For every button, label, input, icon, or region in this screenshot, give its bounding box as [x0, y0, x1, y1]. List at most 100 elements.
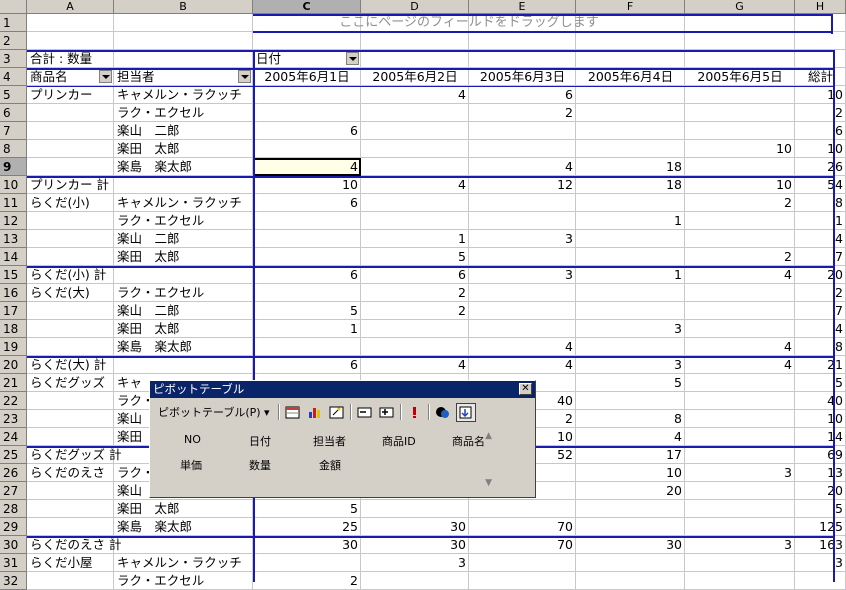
- row-header[interactable]: 22: [0, 392, 27, 410]
- cell-a10[interactable]: プリンカー 計: [27, 176, 114, 194]
- cell-b18[interactable]: 楽田 太郎: [114, 320, 253, 338]
- cell-f9[interactable]: 18: [576, 158, 685, 176]
- cell-b5[interactable]: キャメルン・ラクッチ: [114, 86, 253, 104]
- grid-cell[interactable]: [253, 140, 361, 158]
- row-header[interactable]: 4: [0, 68, 27, 86]
- cell-e20[interactable]: 4: [469, 356, 576, 374]
- grid-cell[interactable]: [27, 392, 114, 410]
- cell-e29[interactable]: 70: [469, 518, 576, 536]
- scroll-down-icon[interactable]: ▼: [485, 478, 492, 488]
- cell-e4[interactable]: 2005年6月3日: [469, 68, 576, 86]
- cell-f27[interactable]: 20: [576, 482, 685, 500]
- cell-h8[interactable]: 10: [795, 140, 846, 158]
- grid-cell[interactable]: [27, 572, 114, 590]
- cell-g19[interactable]: 4: [685, 338, 795, 356]
- grid-cell[interactable]: [795, 50, 846, 68]
- cell-h6[interactable]: 2: [795, 104, 846, 122]
- grid-cell[interactable]: [576, 500, 685, 518]
- grid-cell[interactable]: [576, 302, 685, 320]
- column-header-d[interactable]: D: [361, 0, 469, 14]
- field-dropdown-button[interactable]: [238, 70, 251, 83]
- grid-cell[interactable]: [27, 320, 114, 338]
- cell-b8[interactable]: 楽田 太郎: [114, 140, 253, 158]
- grid-cell[interactable]: [685, 14, 795, 32]
- grid-cell[interactable]: [114, 14, 253, 32]
- grid-cell[interactable]: [27, 122, 114, 140]
- cell-a15[interactable]: らくだ(小) 計: [27, 266, 114, 284]
- grid-cell[interactable]: [576, 248, 685, 266]
- grid-cell[interactable]: [576, 518, 685, 536]
- cell-f18[interactable]: 3: [576, 320, 685, 338]
- cell-g20[interactable]: 4: [685, 356, 795, 374]
- field-button-unit-price[interactable]: 単価: [180, 457, 202, 473]
- cell-c3[interactable]: 日付: [253, 50, 361, 68]
- column-header-b[interactable]: B: [114, 0, 253, 14]
- cell-h26[interactable]: 13: [795, 464, 846, 482]
- cell-b16[interactable]: ラク・エクセル: [114, 284, 253, 302]
- cell-g30[interactable]: 3: [685, 536, 795, 554]
- grid-cell[interactable]: [685, 320, 795, 338]
- cell-h7[interactable]: 6: [795, 122, 846, 140]
- cell-h18[interactable]: 4: [795, 320, 846, 338]
- cell-g4[interactable]: 2005年6月5日: [685, 68, 795, 86]
- cell-g10[interactable]: 10: [685, 176, 795, 194]
- cell-f23[interactable]: 8: [576, 410, 685, 428]
- grid-cell[interactable]: [576, 572, 685, 590]
- row-header[interactable]: 27: [0, 482, 27, 500]
- grid-cell[interactable]: [576, 230, 685, 248]
- grid-cell[interactable]: [576, 554, 685, 572]
- grid-cell[interactable]: [253, 284, 361, 302]
- grid-cell[interactable]: [576, 392, 685, 410]
- grid-cell[interactable]: [469, 572, 576, 590]
- cell-d14[interactable]: 5: [361, 248, 469, 266]
- grid-cell[interactable]: [685, 428, 795, 446]
- field-dropdown-button[interactable]: [346, 52, 359, 65]
- cell-c4[interactable]: 2005年6月1日: [253, 68, 361, 86]
- grid-cell[interactable]: [361, 158, 469, 176]
- row-header[interactable]: 31: [0, 554, 27, 572]
- grid-cell[interactable]: [685, 482, 795, 500]
- grid-cell[interactable]: [253, 248, 361, 266]
- grid-cell[interactable]: [27, 410, 114, 428]
- grid-cell[interactable]: [114, 176, 253, 194]
- cell-f20[interactable]: 3: [576, 356, 685, 374]
- close-button[interactable]: ✕: [519, 383, 532, 395]
- hide-detail-icon[interactable]: [356, 404, 374, 421]
- row-header[interactable]: 5: [0, 86, 27, 104]
- cell-h13[interactable]: 4: [795, 230, 846, 248]
- cell-g26[interactable]: 3: [685, 464, 795, 482]
- show-detail-icon[interactable]: [378, 404, 396, 421]
- cell-b6[interactable]: ラク・エクセル: [114, 104, 253, 122]
- grid-cell[interactable]: [361, 500, 469, 518]
- cell-a21[interactable]: らくだグッズ: [27, 374, 114, 392]
- row-header[interactable]: 25: [0, 446, 27, 464]
- grid-cell[interactable]: [685, 230, 795, 248]
- grid-cell[interactable]: [469, 500, 576, 518]
- cell-f12[interactable]: 1: [576, 212, 685, 230]
- column-header-h[interactable]: H: [795, 0, 846, 14]
- cell-b14[interactable]: 楽田 太郎: [114, 248, 253, 266]
- cell-c28[interactable]: 5: [253, 500, 361, 518]
- cell-e30[interactable]: 70: [469, 536, 576, 554]
- row-header[interactable]: 17: [0, 302, 27, 320]
- grid-cell[interactable]: [27, 500, 114, 518]
- cell-d13[interactable]: 1: [361, 230, 469, 248]
- grid-cell[interactable]: [685, 572, 795, 590]
- cell-e15[interactable]: 3: [469, 266, 576, 284]
- grid-cell[interactable]: [685, 284, 795, 302]
- cell-c32[interactable]: 2: [253, 572, 361, 590]
- grid-cell[interactable]: [114, 356, 253, 374]
- cell-e10[interactable]: 12: [469, 176, 576, 194]
- grid-cell[interactable]: [795, 14, 846, 32]
- cell-b13[interactable]: 楽山 二郎: [114, 230, 253, 248]
- grid-cell[interactable]: [469, 50, 576, 68]
- column-header-f[interactable]: F: [576, 0, 685, 14]
- grid-cell[interactable]: [576, 86, 685, 104]
- cell-e5[interactable]: 6: [469, 86, 576, 104]
- cell-h27[interactable]: 20: [795, 482, 846, 500]
- cell-f21[interactable]: 5: [576, 374, 685, 392]
- cell-h20[interactable]: 21: [795, 356, 846, 374]
- row-header[interactable]: 28: [0, 500, 27, 518]
- grid-cell[interactable]: [361, 212, 469, 230]
- grid-cell[interactable]: [27, 32, 114, 50]
